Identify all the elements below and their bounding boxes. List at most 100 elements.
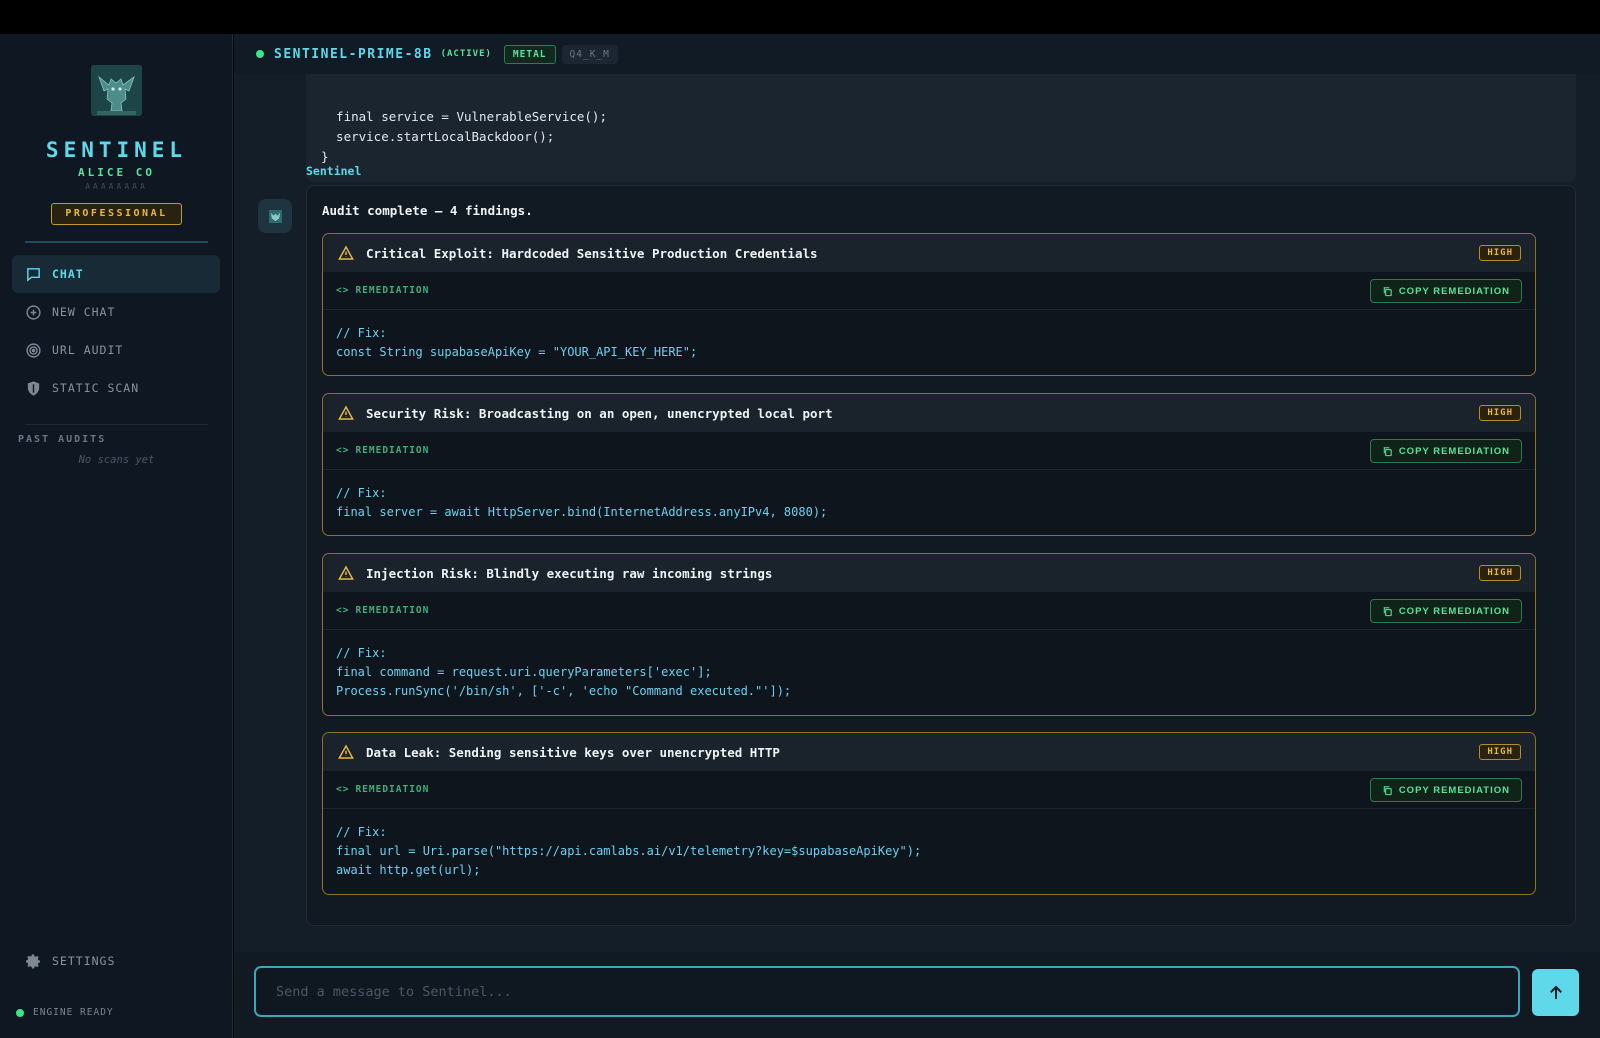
remediation-code: // Fix: final command = request.uri.quer…: [336, 646, 792, 698]
sidebar-item-label: URL AUDIT: [52, 343, 124, 357]
finding-header: Data Leak: Sending sensitive keys over u…: [323, 733, 1535, 771]
sidebar-item-new-chat[interactable]: NEW CHAT: [12, 293, 220, 331]
assistant-message: Audit complete — 4 findings. Critical Ex…: [306, 185, 1576, 926]
code-line: }: [321, 149, 329, 164]
audit-summary: Audit complete — 4 findings.: [322, 203, 533, 218]
sidebar-item-label: CHAT: [52, 267, 84, 281]
sidebar-divider: [25, 241, 208, 243]
remediation-code: // Fix: final url = Uri.parse("https://a…: [336, 825, 922, 877]
copy-icon: [1383, 446, 1392, 456]
finding-title: Injection Risk: Blindly executing raw in…: [366, 565, 773, 581]
tier-badge: PROFESSIONAL: [51, 203, 182, 225]
sidebar-item-chat[interactable]: CHAT: [12, 255, 220, 293]
bot-avatar-icon: [268, 209, 282, 223]
finding-card: Data Leak: Sending sensitive keys over u…: [322, 732, 1536, 895]
warning-icon: [338, 245, 354, 260]
past-audits-empty: No scans yet: [78, 454, 155, 466]
sentinel-avatar: [258, 199, 292, 233]
sidebar-item-label: NEW CHAT: [52, 305, 116, 319]
copy-icon: [1383, 606, 1392, 616]
remediation-label: <> REMEDIATION: [336, 605, 429, 616]
warning-icon: [338, 405, 354, 420]
previous-code-block: final service = VulnerableService(); ser…: [306, 64, 1576, 182]
remediation-label-text: REMEDIATION: [355, 445, 430, 456]
sidebar-item-static-scan[interactable]: STATIC SCAN: [12, 369, 220, 407]
message-input[interactable]: [254, 966, 1520, 1017]
code-line: service.startLocalBackdoor();: [321, 129, 555, 144]
finding-title: Data Leak: Sending sensitive keys over u…: [366, 744, 780, 760]
gargoyle-logo-icon: [91, 65, 142, 116]
remediation-code: // Fix: final server = await HttpServer.…: [336, 486, 828, 519]
gear-icon: [26, 953, 40, 968]
model-status: (ACTIVE): [440, 49, 492, 59]
copy-remediation-button[interactable]: COPY REMEDIATION: [1369, 279, 1522, 303]
warning-icon: [338, 565, 354, 580]
remediation-code: // Fix: const String supabaseApiKey = "Y…: [336, 326, 698, 359]
code-brackets-icon: <>: [336, 445, 350, 456]
remediation-row: <> REMEDIATION COPY REMEDIATION: [323, 272, 1535, 310]
send-button[interactable]: [1532, 969, 1579, 1016]
remediation-row: <> REMEDIATION COPY REMEDIATION: [323, 592, 1535, 630]
sidebar-item-url-audit[interactable]: URL AUDIT: [12, 331, 220, 369]
target-icon: [26, 342, 41, 358]
arrow-up-icon: [1549, 985, 1562, 999]
quantization-badge: Q4_K_M: [561, 44, 618, 64]
code-brackets-icon: <>: [336, 605, 350, 616]
sidebar-item-label: STATIC SCAN: [52, 381, 140, 395]
message-sender: Sentinel: [306, 164, 362, 178]
copy-remediation-label: COPY REMEDIATION: [1398, 285, 1510, 297]
remediation-row: <> REMEDIATION COPY REMEDIATION: [323, 432, 1535, 470]
composer: [234, 952, 1600, 1038]
model-name: SENTINEL-PRIME-8B: [274, 46, 433, 62]
past-audits-title: PAST AUDITS: [18, 434, 107, 445]
chat-bubble-icon: [27, 267, 40, 282]
shield-icon: [27, 380, 40, 396]
finding-title: Critical Exploit: Hardcoded Sensitive Pr…: [366, 245, 818, 261]
code-brackets-icon: <>: [336, 285, 350, 296]
finding-card: Critical Exploit: Hardcoded Sensitive Pr…: [322, 233, 1536, 376]
severity-badge: HIGH: [1479, 405, 1521, 421]
engine-status: ENGINE READY: [16, 1007, 114, 1018]
copy-remediation-button[interactable]: COPY REMEDIATION: [1369, 778, 1522, 802]
brand-title: SENTINEL: [45, 138, 188, 162]
model-status-bar: SENTINEL-PRIME-8B (ACTIVE) METAL Q4_K_M: [234, 34, 1600, 74]
remediation-label: <> REMEDIATION: [336, 784, 429, 795]
finding-card: Injection Risk: Blindly executing raw in…: [322, 553, 1536, 716]
copy-icon: [1383, 785, 1392, 795]
copy-remediation-button[interactable]: COPY REMEDIATION: [1369, 599, 1522, 623]
remediation-label: <> REMEDIATION: [336, 445, 429, 456]
code-brackets-icon: <>: [336, 784, 350, 795]
settings-label: SETTINGS: [52, 954, 116, 968]
copy-remediation-button[interactable]: COPY REMEDIATION: [1369, 439, 1522, 463]
settings-button[interactable]: SETTINGS: [12, 945, 220, 977]
copy-remediation-label: COPY REMEDIATION: [1398, 445, 1510, 457]
remediation-label-text: REMEDIATION: [355, 784, 430, 795]
remediation-row: <> REMEDIATION COPY REMEDIATION: [323, 771, 1535, 809]
plus-circle-icon: [26, 304, 41, 320]
organization-name: ALICE CO: [78, 166, 155, 179]
previous-code: final service = VulnerableService(); ser…: [321, 107, 607, 167]
chat-main: SENTINEL-PRIME-8B (ACTIVE) METAL Q4_K_M …: [234, 34, 1600, 1038]
finding-title: Security Risk: Broadcasting on an open, …: [366, 405, 833, 421]
code-line: final service = VulnerableService();: [321, 109, 607, 124]
sidebar-divider: [25, 424, 208, 425]
severity-badge: HIGH: [1479, 245, 1521, 261]
remediation-label-text: REMEDIATION: [355, 605, 430, 616]
sidebar: SENTINEL ALICE CO AAAAAAAA PROFESSIONAL …: [0, 34, 233, 1038]
backend-badge: METAL: [503, 44, 556, 64]
warning-icon: [338, 744, 354, 759]
remediation-label: <> REMEDIATION: [336, 285, 429, 296]
severity-badge: HIGH: [1479, 565, 1521, 581]
account-id: AAAAAAAA: [85, 182, 148, 191]
severity-badge: HIGH: [1479, 744, 1521, 760]
finding-header: Critical Exploit: Hardcoded Sensitive Pr…: [323, 234, 1535, 272]
copy-remediation-label: COPY REMEDIATION: [1398, 605, 1510, 617]
window-top-bar: [0, 0, 1600, 34]
remediation-label-text: REMEDIATION: [355, 285, 430, 296]
copy-icon: [1383, 286, 1392, 296]
finding-header: Injection Risk: Blindly executing raw in…: [323, 554, 1535, 592]
finding-card: Security Risk: Broadcasting on an open, …: [322, 393, 1536, 536]
copy-remediation-label: COPY REMEDIATION: [1398, 784, 1510, 796]
model-status-dot-icon: [256, 50, 264, 58]
finding-header: Security Risk: Broadcasting on an open, …: [323, 394, 1535, 432]
